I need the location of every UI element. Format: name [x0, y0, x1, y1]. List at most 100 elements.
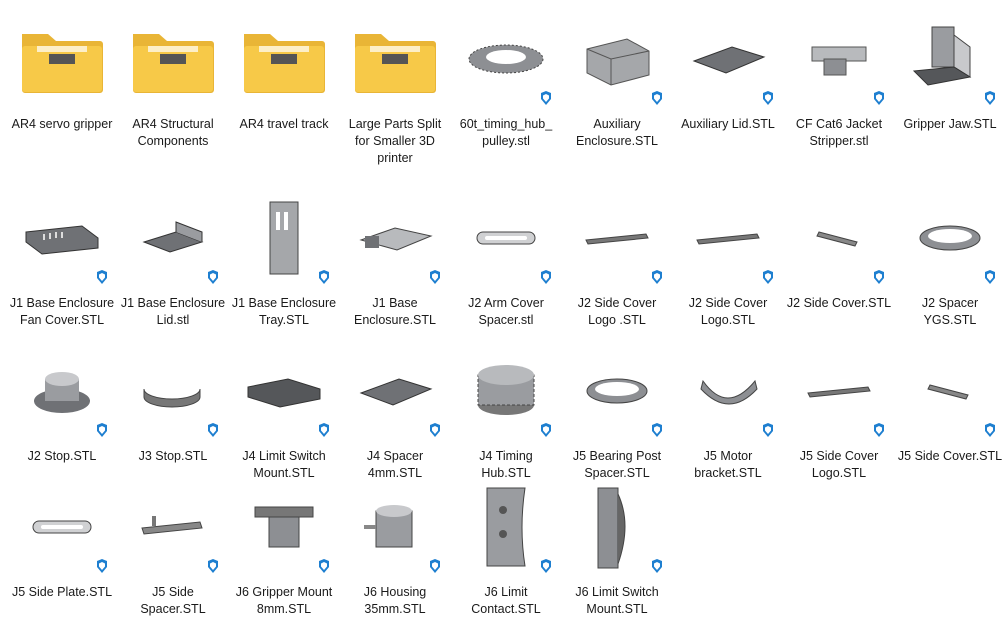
folder-item[interactable]: AR4 servo gripper: [7, 16, 117, 133]
item-label: J1 Base Enclosure Tray.STL: [231, 296, 337, 327]
folder-item[interactable]: AR4 Structural Components: [118, 16, 228, 150]
item-label: J6 Housing 35mm.STL: [363, 585, 427, 616]
folder-icon: [123, 16, 223, 102]
ring-icon: [567, 348, 667, 438]
stl-app-badge-icon: [427, 558, 443, 574]
stl-app-badge-icon: [205, 269, 221, 285]
file-item[interactable]: J6 Limit Switch Mount.STL: [562, 484, 672, 618]
file-item[interactable]: Auxiliary Lid.STL: [673, 16, 783, 133]
item-label: J2 Spacer YGS.STL: [921, 296, 979, 327]
stl-app-badge-icon: [316, 269, 332, 285]
logo-icon: [789, 348, 889, 438]
file-item[interactable]: J6 Housing 35mm.STL: [340, 484, 450, 618]
item-label: J2 Side Cover.STL: [786, 296, 892, 310]
stl-app-badge-icon: [94, 422, 110, 438]
arc-bracket-icon: [678, 348, 778, 438]
strip-icon: [900, 348, 1000, 438]
file-item[interactable]: J6 Gripper Mount 8mm.STL: [229, 484, 339, 618]
file-item[interactable]: J2 Side Cover Logo.STL: [673, 195, 783, 329]
stl-app-badge-icon: [538, 558, 554, 574]
file-item[interactable]: Auxiliary Enclosure.STL: [562, 16, 672, 150]
file-item[interactable]: J5 Side Plate.STL: [7, 484, 117, 601]
item-label: AR4 travel track: [239, 117, 329, 131]
folder-item[interactable]: AR4 travel track: [229, 16, 339, 133]
item-label: Gripper Jaw.STL: [903, 117, 997, 131]
item-label: J6 Gripper Mount 8mm.STL: [235, 585, 333, 616]
stl-app-badge-icon: [94, 269, 110, 285]
item-label: AR4 Structural Components: [132, 117, 214, 148]
item-label: J5 Side Cover Logo.STL: [799, 449, 879, 480]
folder-icon: [12, 16, 112, 102]
item-label: J4 Timing Hub.STL: [479, 449, 533, 480]
plate-icon: [678, 16, 778, 106]
stl-app-badge-icon: [871, 269, 887, 285]
box-enclosure-icon: [567, 16, 667, 106]
stl-app-badge-icon: [316, 558, 332, 574]
bracket-icon: [900, 16, 1000, 106]
item-label: J5 Side Cover.STL: [897, 449, 1003, 463]
folder-icon: [234, 16, 334, 102]
stl-app-badge-icon: [538, 422, 554, 438]
file-item[interactable]: J1 Base Enclosure Lid.stl: [118, 195, 228, 329]
gear-ring-icon: [456, 16, 556, 106]
file-item[interactable]: J5 Side Spacer.STL: [118, 484, 228, 618]
file-item[interactable]: J2 Side Cover Logo .STL: [562, 195, 672, 329]
block-icon: [234, 348, 334, 438]
fan-cover-icon: [12, 195, 112, 285]
stl-app-badge-icon: [760, 90, 776, 106]
logo-icon: [678, 195, 778, 285]
file-item[interactable]: J2 Arm Cover Spacer.stl: [451, 195, 561, 329]
logo-icon: [567, 195, 667, 285]
file-item[interactable]: J1 Base Enclosure Tray.STL: [229, 195, 339, 329]
hinge-icon: [789, 16, 889, 106]
file-item[interactable]: J5 Motor bracket.STL: [673, 348, 783, 482]
mount-icon: [234, 484, 334, 574]
item-label: J4 Spacer 4mm.STL: [366, 449, 424, 480]
item-label: Auxiliary Enclosure.STL: [576, 117, 658, 148]
item-label: J5 Motor bracket.STL: [694, 449, 762, 480]
file-item[interactable]: J2 Stop.STL: [7, 348, 117, 465]
file-item[interactable]: J1 Base Enclosure Fan Cover.STL: [7, 195, 117, 329]
item-label: J5 Side Plate.STL: [11, 585, 113, 599]
stl-app-badge-icon: [649, 422, 665, 438]
file-item[interactable]: J5 Side Cover.STL: [895, 348, 1005, 465]
stl-app-badge-icon: [649, 90, 665, 106]
lid-icon: [123, 195, 223, 285]
stl-app-badge-icon: [316, 422, 332, 438]
housing-icon: [345, 484, 445, 574]
plate-icon: [345, 348, 445, 438]
spacer-icon: [123, 484, 223, 574]
file-item[interactable]: J3 Stop.STL: [118, 348, 228, 465]
item-label: J2 Stop.STL: [27, 449, 97, 463]
file-item[interactable]: J4 Limit Switch Mount.STL: [229, 348, 339, 482]
file-item[interactable]: J2 Spacer YGS.STL: [895, 195, 1005, 329]
folder-item[interactable]: Large Parts Split for Smaller 3D printer: [340, 16, 450, 167]
file-item[interactable]: J5 Side Cover Logo.STL: [784, 348, 894, 482]
stl-app-badge-icon: [871, 90, 887, 106]
item-label: J2 Side Cover Logo.STL: [688, 296, 768, 327]
stl-app-badge-icon: [982, 269, 998, 285]
item-label: J5 Side Spacer.STL: [140, 585, 206, 616]
item-label: Large Parts Split for Smaller 3D printer: [348, 117, 442, 165]
file-item[interactable]: J1 Base Enclosure.STL: [340, 195, 450, 329]
item-label: J5 Bearing Post Spacer.STL: [572, 449, 662, 480]
enclosure-icon: [345, 195, 445, 285]
ring-icon: [900, 195, 1000, 285]
file-item[interactable]: J2 Side Cover.STL: [784, 195, 894, 312]
file-item[interactable]: J4 Spacer 4mm.STL: [340, 348, 450, 482]
file-item[interactable]: J6 Limit Contact.STL: [451, 484, 561, 618]
file-item[interactable]: 60t_timing_hub_ pulley.stl: [451, 16, 561, 150]
stl-app-badge-icon: [538, 269, 554, 285]
item-label: J1 Base Enclosure Fan Cover.STL: [9, 296, 115, 327]
stl-app-badge-icon: [649, 558, 665, 574]
file-item[interactable]: J4 Timing Hub.STL: [451, 348, 561, 482]
item-label: J6 Limit Switch Mount.STL: [575, 585, 659, 616]
strip-icon: [789, 195, 889, 285]
stop-small-icon: [123, 348, 223, 438]
stl-app-badge-icon: [205, 422, 221, 438]
stl-app-badge-icon: [982, 422, 998, 438]
tall-bracket-icon: [567, 484, 667, 574]
file-item[interactable]: Gripper Jaw.STL: [895, 16, 1005, 133]
file-item[interactable]: CF Cat6 Jacket Stripper.stl: [784, 16, 894, 150]
file-item[interactable]: J5 Bearing Post Spacer.STL: [562, 348, 672, 482]
